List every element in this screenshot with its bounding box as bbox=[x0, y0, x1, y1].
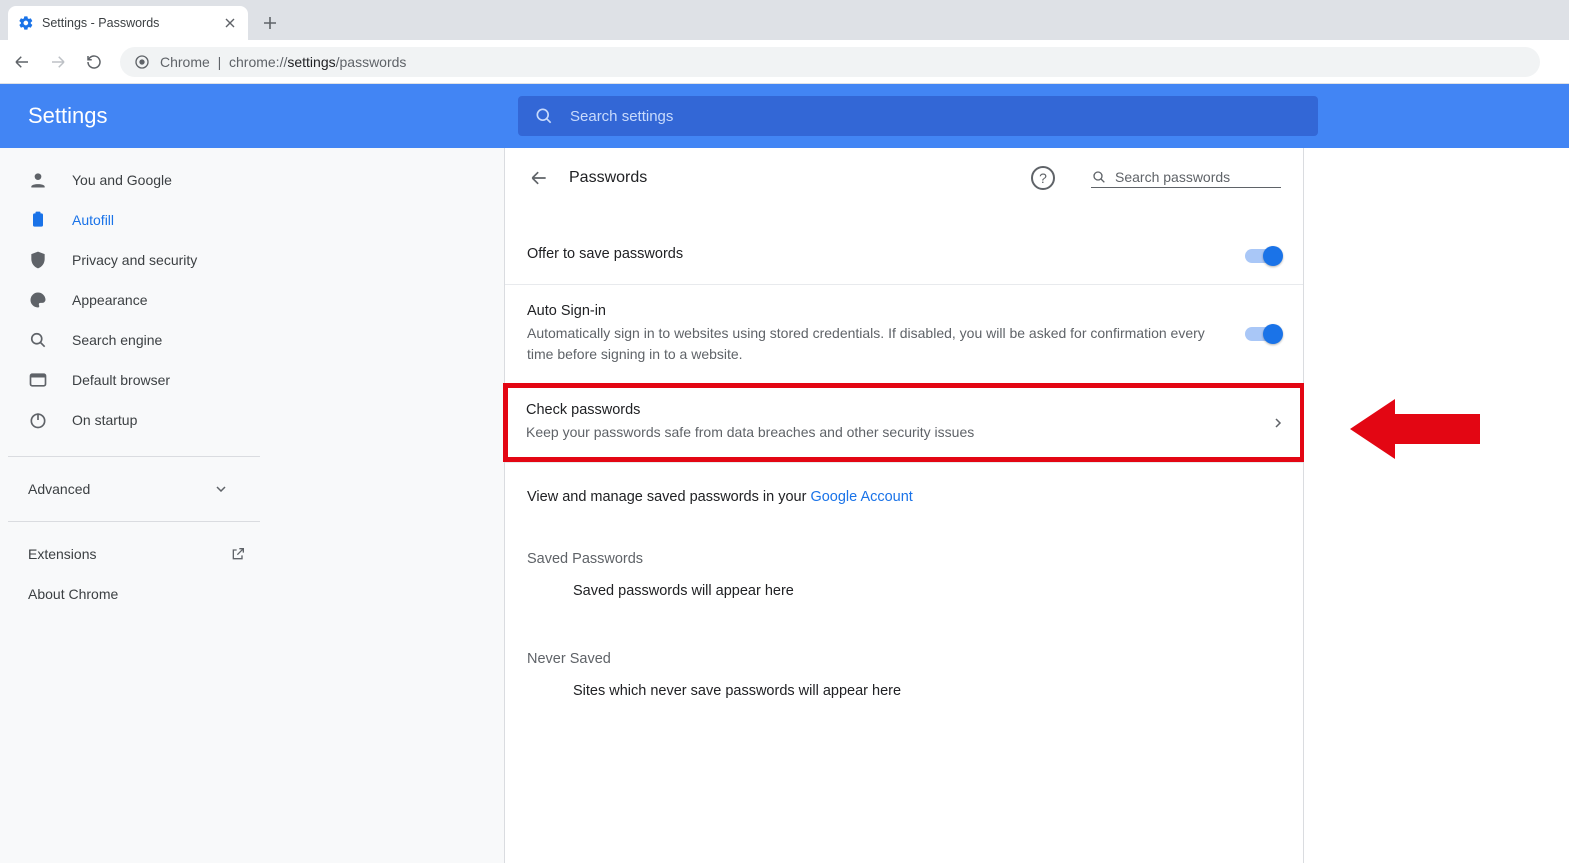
never-saved-empty: Sites which never save passwords will ap… bbox=[505, 683, 1303, 723]
sidebar-about[interactable]: About Chrome bbox=[0, 574, 280, 614]
google-account-link[interactable]: Google Account bbox=[810, 489, 912, 505]
chevron-down-icon bbox=[216, 486, 226, 492]
sidebar-item-default-browser[interactable]: Default browser bbox=[0, 360, 260, 400]
close-icon[interactable] bbox=[222, 15, 238, 31]
check-passwords-desc: Keep your passwords safe from data breac… bbox=[526, 422, 1254, 443]
main-panel: Passwords ? Offer to save passwords Auto… bbox=[504, 148, 1304, 863]
settings-search-input[interactable] bbox=[570, 108, 1302, 125]
sidebar-item-label: Default browser bbox=[72, 372, 170, 388]
offer-save-row: Offer to save passwords bbox=[505, 228, 1303, 284]
gear-icon bbox=[18, 15, 34, 31]
settings-sidebar: You and Google Autofill Privacy and secu… bbox=[0, 148, 280, 863]
sidebar-item-autofill[interactable]: Autofill bbox=[0, 200, 260, 240]
sidebar-item-on-startup[interactable]: On startup bbox=[0, 400, 260, 440]
annotation-arrow bbox=[1350, 394, 1480, 464]
check-passwords-row[interactable]: Check passwords Keep your passwords safe… bbox=[508, 388, 1300, 457]
power-icon bbox=[28, 410, 48, 430]
sidebar-item-label: On startup bbox=[72, 412, 137, 428]
chevron-right-icon bbox=[1274, 418, 1282, 428]
browser-icon bbox=[28, 370, 48, 390]
page-back-button[interactable] bbox=[527, 166, 551, 190]
sidebar-item-label: Privacy and security bbox=[72, 252, 197, 268]
password-search-input[interactable] bbox=[1115, 169, 1265, 185]
right-gutter bbox=[1304, 148, 1569, 863]
auto-signin-desc: Automatically sign in to websites using … bbox=[527, 323, 1225, 365]
settings-header: Settings bbox=[0, 84, 1569, 148]
divider bbox=[8, 456, 260, 457]
sidebar-item-privacy[interactable]: Privacy and security bbox=[0, 240, 260, 280]
settings-search[interactable] bbox=[518, 96, 1318, 136]
settings-title: Settings bbox=[28, 103, 498, 129]
search-icon bbox=[534, 106, 554, 126]
sidebar-item-search-engine[interactable]: Search engine bbox=[0, 320, 260, 360]
password-search[interactable] bbox=[1091, 169, 1281, 188]
saved-passwords-empty: Saved passwords will appear here bbox=[505, 583, 1303, 623]
url-text: Chrome | chrome://settings/passwords bbox=[160, 54, 406, 70]
page-title: Passwords bbox=[569, 169, 1013, 187]
clipboard-icon bbox=[28, 210, 48, 230]
new-tab-button[interactable] bbox=[256, 9, 284, 37]
advanced-label: Advanced bbox=[28, 481, 90, 497]
never-saved-label: Never Saved bbox=[505, 623, 1303, 683]
divider bbox=[8, 521, 260, 522]
sidebar-advanced[interactable]: Advanced bbox=[0, 469, 260, 509]
sidebar-item-you-and-google[interactable]: You and Google bbox=[0, 160, 260, 200]
sidebar-extensions[interactable]: Extensions bbox=[0, 534, 280, 574]
tab-title: Settings - Passwords bbox=[42, 16, 214, 30]
manage-passwords-row: View and manage saved passwords in your … bbox=[505, 462, 1303, 523]
shield-icon bbox=[28, 250, 48, 270]
saved-passwords-label: Saved Passwords bbox=[505, 523, 1303, 583]
about-label: About Chrome bbox=[28, 586, 118, 602]
palette-icon bbox=[28, 290, 48, 310]
extensions-label: Extensions bbox=[28, 546, 96, 562]
browser-tab[interactable]: Settings - Passwords bbox=[8, 6, 248, 40]
browser-toolbar: Chrome | chrome://settings/passwords bbox=[0, 40, 1569, 84]
sidebar-item-label: Autofill bbox=[72, 212, 114, 228]
forward-button[interactable] bbox=[44, 48, 72, 76]
sidebar-item-label: Search engine bbox=[72, 332, 162, 348]
auto-signin-title: Auto Sign-in bbox=[527, 303, 1225, 319]
search-icon bbox=[28, 330, 48, 350]
content-area: You and Google Autofill Privacy and secu… bbox=[0, 148, 1569, 863]
back-button[interactable] bbox=[8, 48, 36, 76]
sidebar-item-label: Appearance bbox=[72, 292, 148, 308]
tab-strip: Settings - Passwords bbox=[0, 0, 1569, 40]
site-info-icon[interactable] bbox=[134, 54, 150, 70]
person-icon bbox=[28, 170, 48, 190]
check-passwords-highlight: Check passwords Keep your passwords safe… bbox=[503, 383, 1305, 462]
offer-save-toggle[interactable] bbox=[1245, 249, 1281, 263]
auto-signin-row: Auto Sign-in Automatically sign in to we… bbox=[505, 284, 1303, 383]
sidebar-item-label: You and Google bbox=[72, 172, 172, 188]
offer-save-label: Offer to save passwords bbox=[527, 246, 1225, 262]
sidebar-item-appearance[interactable]: Appearance bbox=[0, 280, 260, 320]
address-bar[interactable]: Chrome | chrome://settings/passwords bbox=[120, 47, 1540, 77]
help-button[interactable]: ? bbox=[1031, 166, 1055, 190]
open-in-new-icon bbox=[230, 546, 246, 562]
manage-prefix: View and manage saved passwords in your bbox=[527, 489, 810, 505]
search-icon bbox=[1091, 169, 1107, 185]
reload-button[interactable] bbox=[80, 48, 108, 76]
auto-signin-toggle[interactable] bbox=[1245, 327, 1281, 341]
check-passwords-title: Check passwords bbox=[526, 402, 1254, 418]
page-header: Passwords ? bbox=[505, 148, 1303, 208]
